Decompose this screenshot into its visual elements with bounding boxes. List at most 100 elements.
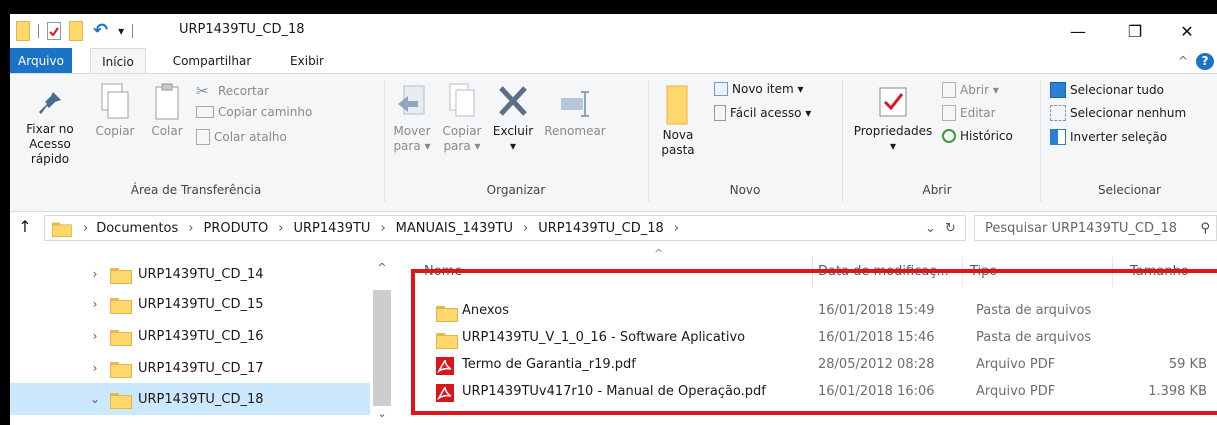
new-folder-qa-icon[interactable] xyxy=(69,20,83,41)
paste-shortcut-button[interactable]: Colar atalho xyxy=(196,129,287,145)
tab-share[interactable]: Compartilhar xyxy=(162,48,262,74)
easy-access-icon xyxy=(714,105,726,121)
address-area: ↑ › Documentos › PRODUTO › URP1439TU › M… xyxy=(10,212,1217,245)
expand-chevron-icon[interactable]: › xyxy=(80,361,110,375)
expand-chevron-icon[interactable]: › xyxy=(80,297,110,311)
pdf-icon xyxy=(436,357,454,375)
tab-file[interactable]: Arquivo xyxy=(10,48,72,74)
copy-path-icon xyxy=(196,106,214,118)
column-divider[interactable] xyxy=(812,257,813,287)
up-button[interactable]: ↑ xyxy=(14,217,36,239)
breadcrumb-sep: › xyxy=(83,220,89,236)
history-dropdown-icon[interactable]: ⌄ xyxy=(925,221,936,236)
column-header-type[interactable]: Tipo xyxy=(970,257,997,287)
pin-icon xyxy=(39,92,61,114)
nav-item[interactable]: › URP1439TU_CD_16 xyxy=(10,321,370,351)
ribbon: Fixar no Acesso rápido Copiar Colar ✂ Re… xyxy=(10,73,1217,212)
open-button[interactable]: Abrir ▾ xyxy=(942,82,999,98)
new-folder-icon xyxy=(666,85,688,125)
breadcrumb-sep: › xyxy=(188,220,194,236)
address-bar[interactable]: › Documentos › PRODUTO › URP1439TU › MAN… xyxy=(44,215,966,241)
scroll-up-icon[interactable]: ^ xyxy=(373,261,391,274)
tab-home[interactable]: Início xyxy=(90,48,146,74)
qa-dropdown-icon[interactable]: ▾ xyxy=(118,24,124,38)
scissors-icon: ✂ xyxy=(196,82,209,100)
group-label-organize: Organizar xyxy=(486,183,546,197)
copy-to-button[interactable]: Copiar para ▾ xyxy=(438,82,486,154)
invert-selection-button[interactable]: Inverter seleção xyxy=(1050,129,1167,145)
file-row[interactable]: Anexos 16/01/2018 15:49 Pasta de arquivo… xyxy=(424,299,1217,324)
pdf-icon xyxy=(436,384,454,402)
file-row[interactable]: URP1439TUv417r10 - Manual de Operação.pd… xyxy=(424,380,1217,405)
folder-icon xyxy=(110,296,132,314)
undo-icon[interactable]: ↶ xyxy=(93,20,108,41)
folder-icon xyxy=(436,304,458,322)
search-input[interactable]: Pesquisar URP1439TU_CD_18 ⚲ xyxy=(974,215,1217,241)
help-icon[interactable]: ? xyxy=(1196,53,1214,70)
paste-button[interactable]: Colar xyxy=(142,82,192,139)
title-bar: ↶ ▾ URP1439TU_CD_18 — ❐ ✕ xyxy=(10,14,1217,48)
properties-button[interactable]: Propriedades ▾ xyxy=(848,82,938,154)
nav-item[interactable]: › URP1439TU_CD_14 xyxy=(10,259,370,289)
column-header-date[interactable]: Data de modificaç... xyxy=(818,257,949,287)
scrollbar-thumb[interactable] xyxy=(373,290,391,406)
file-date: 16/01/2018 16:06 xyxy=(818,384,935,399)
expand-chevron-icon[interactable]: › xyxy=(80,267,110,281)
window-title: URP1439TU_CD_18 xyxy=(179,22,305,37)
file-name: Termo de Garantia_r19.pdf xyxy=(462,357,636,372)
select-all-button[interactable]: Selecionar tudo xyxy=(1050,82,1164,98)
pin-quick-access-button[interactable]: Fixar no Acesso rápido xyxy=(14,82,86,167)
breadcrumb-urp1439tu[interactable]: URP1439TU xyxy=(294,221,371,236)
file-list: ^ Nome Data de modificaç... Tipo Tamanho… xyxy=(404,245,1217,425)
edit-button[interactable]: Editar xyxy=(942,105,996,121)
column-divider[interactable] xyxy=(1112,257,1113,287)
column-header-name[interactable]: Nome xyxy=(424,257,462,287)
breadcrumb-current[interactable]: URP1439TU_CD_18 xyxy=(538,221,664,236)
nav-item[interactable]: › URP1439TU_CD_15 xyxy=(10,289,370,319)
select-none-button[interactable]: Selecionar nenhum xyxy=(1050,105,1186,121)
properties-qa-icon[interactable] xyxy=(47,21,61,40)
file-row[interactable]: URP1439TU_V_1_0_16 - Software Aplicativo… xyxy=(424,326,1217,351)
restore-button[interactable]: ❐ xyxy=(1112,14,1158,48)
file-row[interactable]: Termo de Garantia_r19.pdf 28/05/2012 08:… xyxy=(424,353,1217,378)
breadcrumb-manuais[interactable]: MANUAIS_1439TU xyxy=(396,221,513,236)
new-folder-button[interactable]: Nova pasta xyxy=(656,82,700,158)
tab-view[interactable]: Exibir xyxy=(282,48,332,74)
minimize-button[interactable]: — xyxy=(1055,14,1101,48)
column-divider[interactable] xyxy=(962,257,963,287)
new-item-icon xyxy=(714,82,728,96)
column-header-size[interactable]: Tamanho xyxy=(1130,257,1189,287)
copy-path-button[interactable]: Copiar caminho xyxy=(196,105,312,119)
copy-to-icon xyxy=(449,83,475,117)
easy-access-button[interactable]: Fácil acesso ▾ xyxy=(714,105,811,121)
group-label-clipboard: Área de Transferência xyxy=(130,183,262,197)
collapse-chevron-icon[interactable]: ⌄ xyxy=(80,392,110,406)
breadcrumb-sep: › xyxy=(380,220,386,236)
rename-button[interactable]: Renomear xyxy=(540,82,610,139)
delete-button[interactable]: Excluir ▾ xyxy=(488,82,538,154)
folder-icon xyxy=(110,391,132,409)
breadcrumb-produto[interactable]: PRODUTO xyxy=(203,221,268,236)
sort-arrow-icon: ^ xyxy=(654,247,664,260)
nav-item[interactable]: › URP1439TU_CD_17 xyxy=(10,353,370,383)
select-all-icon xyxy=(1050,82,1066,98)
breadcrumb-documentos[interactable]: Documentos xyxy=(96,221,178,236)
nav-scrollbar[interactable]: ^ ⌄ xyxy=(373,245,391,425)
scroll-down-icon[interactable]: ⌄ xyxy=(373,407,391,420)
new-item-button[interactable]: Novo item ▾ xyxy=(714,82,804,96)
nav-item-selected[interactable]: ⌄ URP1439TU_CD_18 xyxy=(10,383,370,415)
expand-chevron-icon[interactable]: › xyxy=(80,329,110,343)
close-button[interactable]: ✕ xyxy=(1164,14,1210,48)
invert-selection-icon xyxy=(1050,129,1066,145)
folder-icon xyxy=(436,331,458,349)
cut-button[interactable]: ✂ Recortar xyxy=(196,82,269,100)
collapse-ribbon-icon[interactable]: ^ xyxy=(1173,48,1193,74)
group-divider xyxy=(384,80,385,202)
copy-button[interactable]: Copiar xyxy=(90,82,140,139)
file-type: Arquivo PDF xyxy=(976,384,1056,399)
file-name: Anexos xyxy=(462,303,509,318)
move-to-button[interactable]: Mover para ▾ xyxy=(390,82,434,154)
refresh-icon[interactable]: ↻ xyxy=(945,221,956,236)
history-button[interactable]: Histórico xyxy=(942,129,1013,143)
delete-x-icon xyxy=(499,86,527,116)
